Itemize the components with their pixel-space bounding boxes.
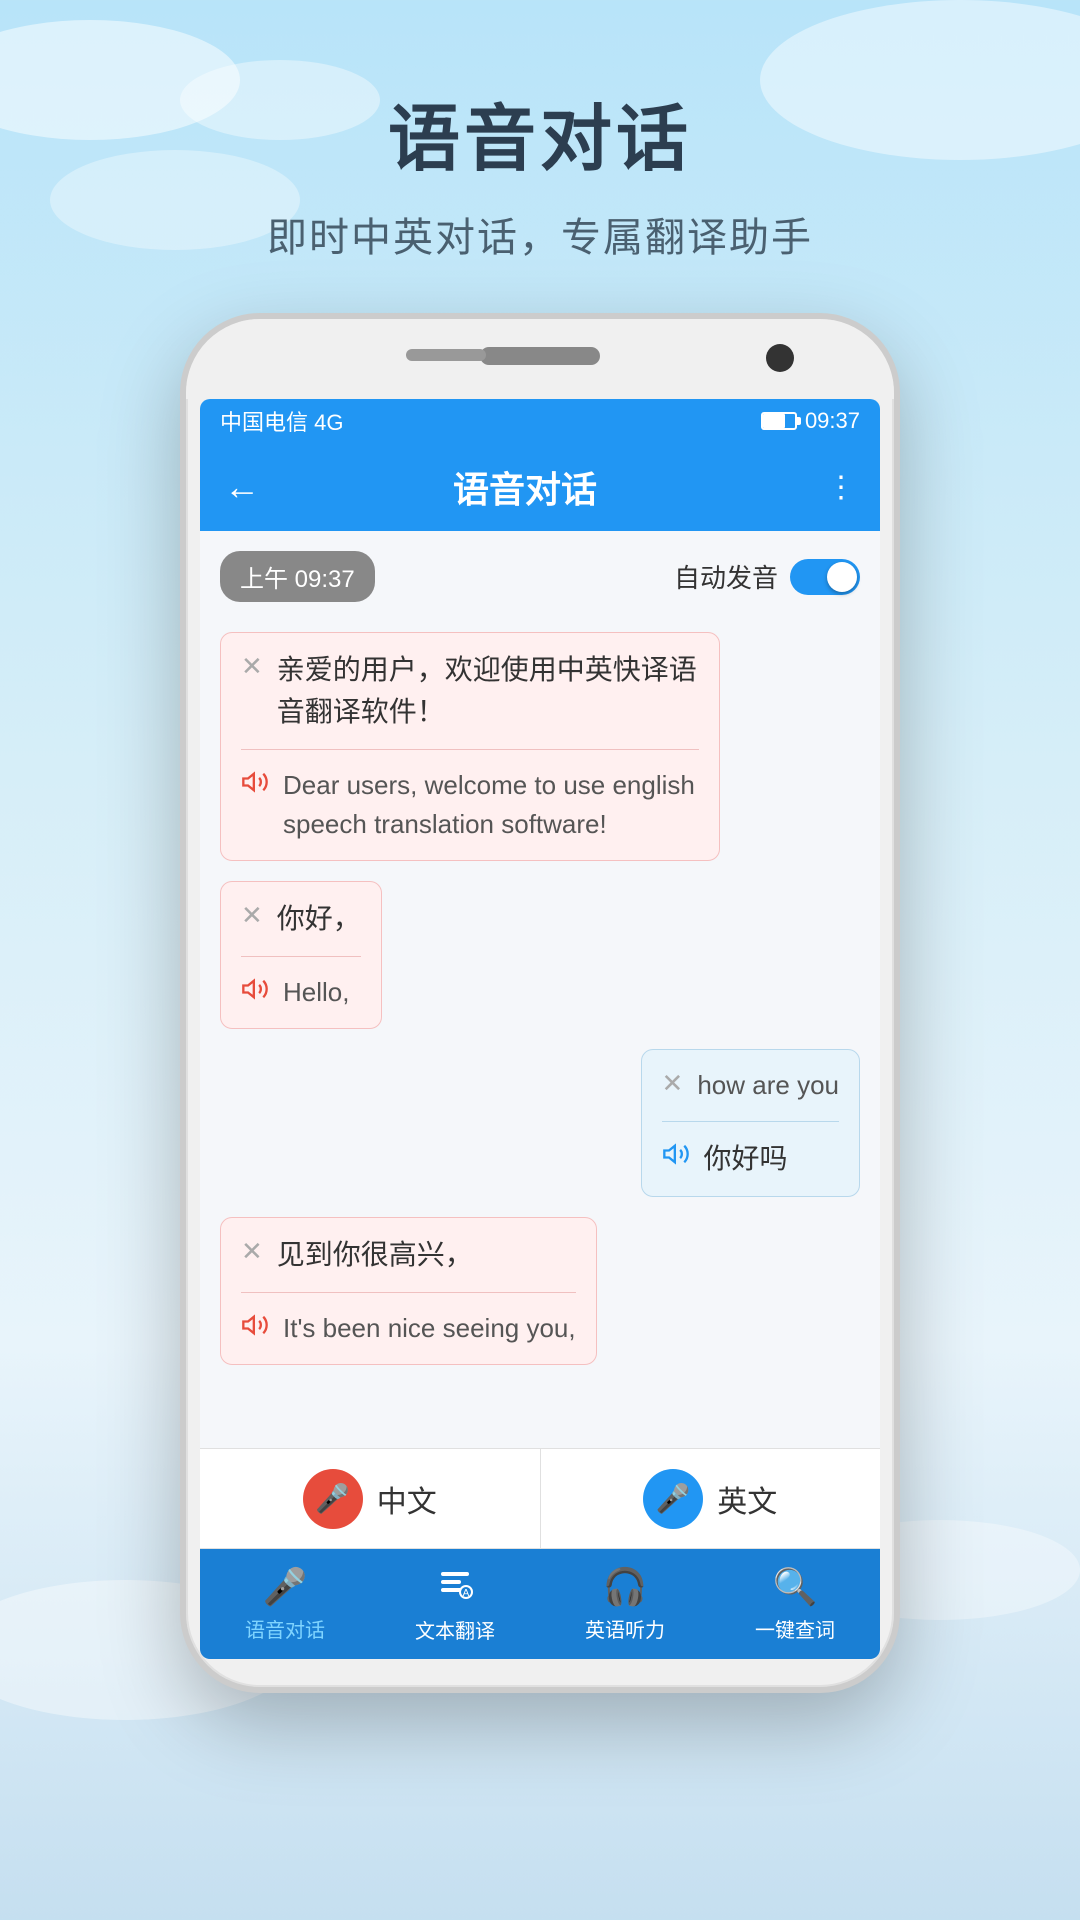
nav-item-text[interactable]: A 文本翻译: [370, 1564, 540, 1644]
nav-item-voice[interactable]: 🎤 语音对话: [200, 1566, 370, 1643]
bubble-left-2: ✕ 你好， Hello,: [220, 881, 382, 1029]
en-mic-circle: 🎤: [643, 1469, 703, 1529]
english-voice-button[interactable]: 🎤 英文: [541, 1449, 881, 1548]
nav-item-lookup[interactable]: 🔍 一键查词: [710, 1566, 880, 1643]
app-header: ← 语音对话 ⋮: [200, 443, 880, 531]
divider-2: [241, 956, 361, 957]
listen-nav-icon: 🎧: [603, 1566, 648, 1608]
status-right: 09:37: [761, 408, 860, 434]
lookup-nav-label: 一键查词: [755, 1614, 835, 1643]
en-text-3: how are you: [697, 1066, 839, 1105]
bottom-nav: 🎤 语音对话 A 文本翻译: [200, 1549, 880, 1659]
cn-mic-circle: 🎤: [303, 1469, 363, 1529]
phone-earpiece: [406, 349, 486, 361]
bubble-row-cn-4: ✕ 见到你很高兴，: [241, 1234, 576, 1276]
text-nav-label: 文本翻译: [415, 1615, 495, 1644]
close-icon-2[interactable]: ✕: [241, 900, 263, 931]
sound-icon-4[interactable]: [241, 1311, 269, 1346]
message-1: ✕ 亲爱的用户，欢迎使用中英快译语音翻译软件！ Dear users,: [220, 632, 720, 861]
sound-icon-3[interactable]: [662, 1140, 690, 1175]
bubble-row-cn-2: ✕ 你好，: [241, 898, 361, 940]
cn-text-4: 见到你很高兴，: [277, 1234, 473, 1276]
back-button[interactable]: ←: [224, 466, 260, 508]
toggle-knob: [827, 562, 857, 592]
text-nav-icon: A: [437, 1564, 473, 1609]
status-bar: 中国电信 4G 09:37: [200, 399, 880, 443]
voice-nav-label: 语音对话: [245, 1614, 325, 1643]
time-text: 09:37: [805, 408, 860, 434]
more-button[interactable]: ⋮: [826, 470, 856, 505]
close-icon-1[interactable]: ✕: [241, 651, 263, 682]
voice-buttons: 🎤 中文 🎤 英文: [200, 1449, 880, 1549]
phone-screen: 中国电信 4G 09:37 ← 语音对话 ⋮ 上午 09:37 自动发音: [200, 399, 880, 1659]
divider-3: [662, 1121, 839, 1122]
en-text-1: Dear users, welcome to use english speec…: [283, 766, 699, 844]
cn-voice-label: 中文: [377, 1477, 437, 1521]
bubble-row-cn-1: ✕ 亲爱的用户，欢迎使用中英快译语音翻译软件！: [241, 649, 699, 733]
voice-nav-icon: 🎤: [263, 1566, 308, 1608]
bubble-row-cn-3: 你好吗: [662, 1138, 839, 1180]
phone-frame: 中国电信 4G 09:37 ← 语音对话 ⋮ 上午 09:37 自动发音: [180, 313, 900, 1693]
sound-icon-2[interactable]: [241, 975, 269, 1010]
bubble-left-1: ✕ 亲爱的用户，欢迎使用中英快译语音翻译软件！ Dear users,: [220, 632, 720, 861]
cn-text-2: 你好，: [277, 898, 361, 940]
message-4: ✕ 见到你很高兴， It's been nice seeing you,: [220, 1217, 597, 1365]
auto-voice-toggle[interactable]: [790, 559, 860, 595]
listen-nav-label: 英语听力: [585, 1614, 665, 1643]
message-3: ✕ how are you 你好吗: [641, 1049, 860, 1197]
sound-icon-1[interactable]: [241, 768, 269, 803]
svg-text:A: A: [463, 1588, 470, 1599]
time-badge: 上午 09:37: [220, 551, 375, 602]
nav-item-listen[interactable]: 🎧 英语听力: [540, 1566, 710, 1643]
cn-text-1: 亲爱的用户，欢迎使用中英快译语音翻译软件！: [277, 649, 699, 733]
bubble-right-3: ✕ how are you 你好吗: [641, 1049, 860, 1197]
cn-mic-icon: 🎤: [315, 1482, 350, 1515]
en-text-2: Hello,: [283, 973, 349, 1012]
phone-camera: [766, 344, 794, 372]
battery-fill: [763, 414, 785, 428]
auto-voice-row: 自动发音: [674, 558, 860, 595]
bubble-row-en-3: ✕ how are you: [662, 1066, 839, 1105]
en-text-4: It's been nice seeing you,: [283, 1309, 576, 1348]
header-title: 语音对话: [280, 461, 770, 513]
close-icon-4[interactable]: ✕: [241, 1236, 263, 1267]
divider-4: [241, 1292, 576, 1293]
auto-voice-label: 自动发音: [674, 558, 778, 595]
chinese-voice-button[interactable]: 🎤 中文: [200, 1449, 541, 1548]
cn-text-3: 你好吗: [704, 1138, 788, 1180]
carrier-text: 中国电信 4G: [220, 405, 343, 437]
divider-1: [241, 749, 699, 750]
chat-area: 上午 09:37 自动发音 ✕ 亲爱的用户，欢迎使用中英快译语音翻译软件！: [200, 531, 880, 1448]
bottom-area: 🎤 中文 🎤 英文 🎤 语音对话: [200, 1448, 880, 1659]
en-voice-label: 英文: [717, 1477, 777, 1521]
en-mic-icon: 🎤: [656, 1482, 691, 1515]
phone-speaker: [480, 347, 600, 365]
page-title: 语音对话: [388, 80, 692, 185]
time-row: 上午 09:37 自动发音: [220, 551, 860, 602]
bubble-row-en-4: It's been nice seeing you,: [241, 1309, 576, 1348]
phone-top: [186, 319, 894, 399]
battery-icon: [761, 412, 797, 430]
message-2: ✕ 你好， Hello,: [220, 881, 382, 1029]
close-icon-3[interactable]: ✕: [662, 1068, 684, 1099]
bubble-row-en-1: Dear users, welcome to use english speec…: [241, 766, 699, 844]
lookup-nav-icon: 🔍: [773, 1566, 818, 1608]
page-subtitle: 即时中英对话，专属翻译助手: [267, 205, 813, 263]
bubble-row-en-2: Hello,: [241, 973, 361, 1012]
bubble-left-4: ✕ 见到你很高兴， It's been nice seeing you,: [220, 1217, 597, 1365]
